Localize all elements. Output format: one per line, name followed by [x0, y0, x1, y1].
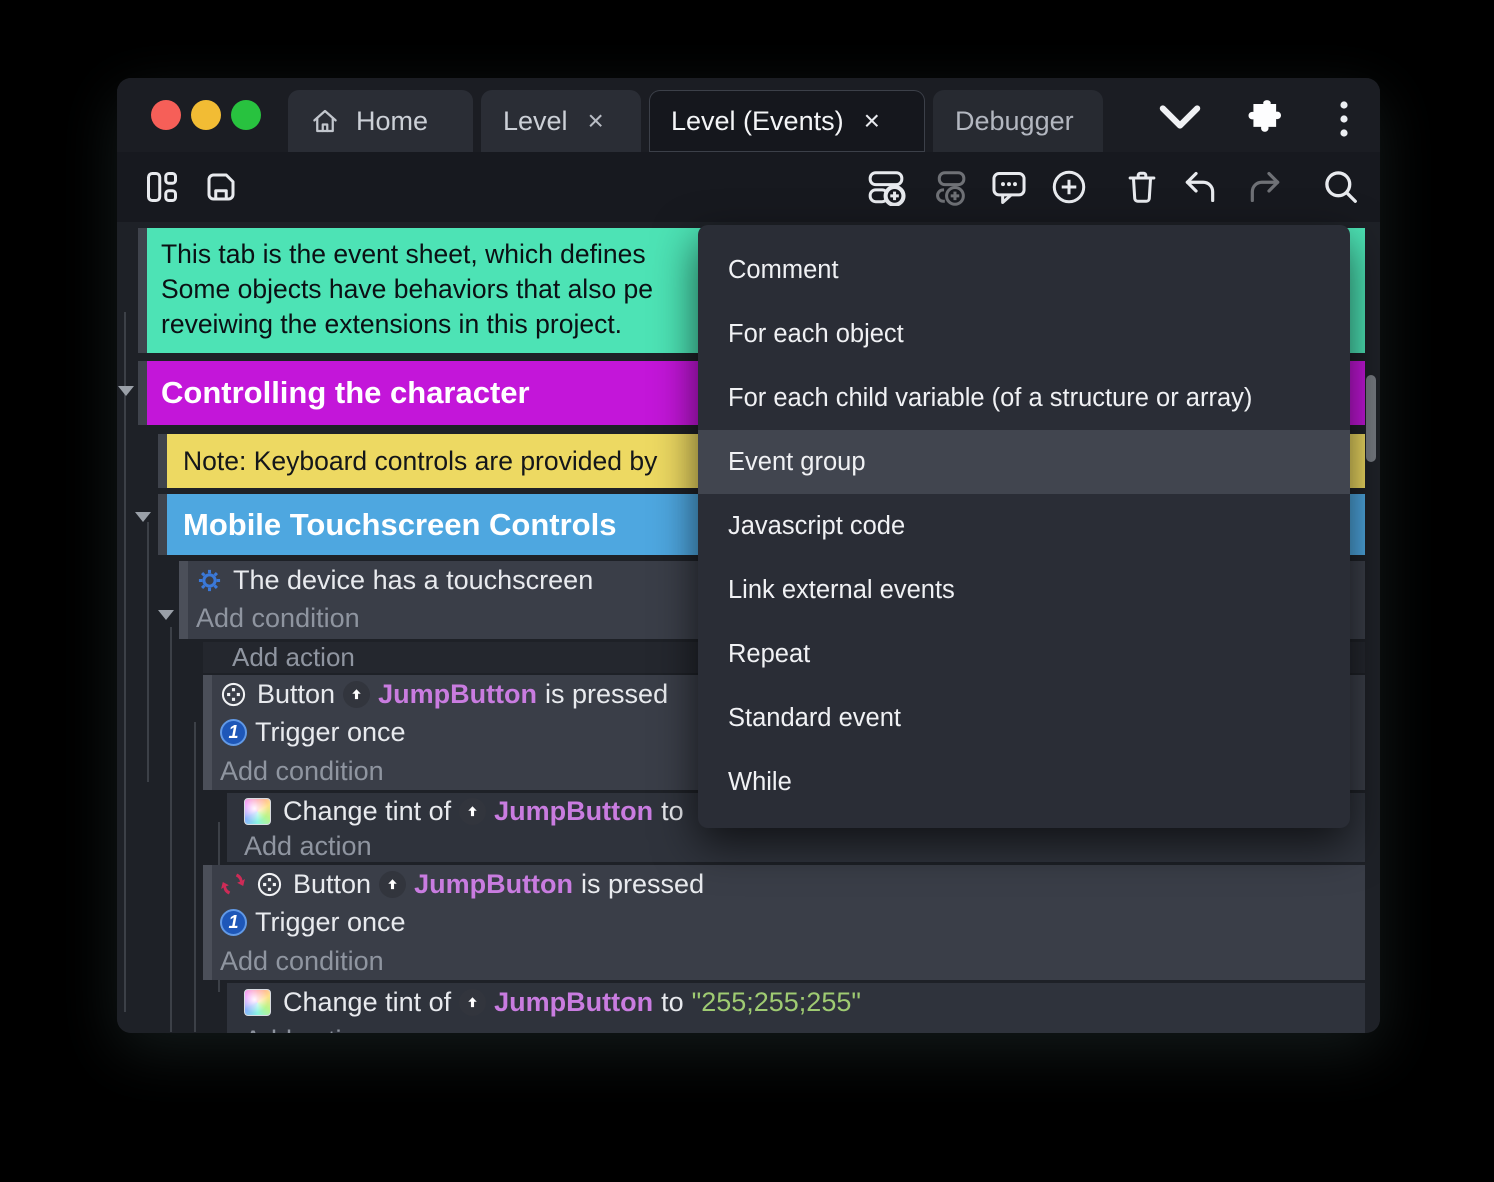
maximize-window-button[interactable] [231, 100, 261, 130]
action-row[interactable]: Change tint of JumpButton to "255;255;25… [244, 983, 1365, 1021]
block-margin-handle[interactable] [179, 561, 188, 639]
gamepad-button-icon [220, 681, 247, 708]
tab-level-events-label: Level (Events) [671, 105, 844, 136]
chevron-down-icon[interactable] [1159, 104, 1201, 130]
collapse-arrow-icon[interactable] [158, 610, 174, 620]
action-block-tint-2[interactable]: Change tint of JumpButton to "255;255;25… [227, 983, 1365, 1033]
instance-name: JumpButton [494, 986, 654, 1017]
tab-home-label: Home [356, 105, 429, 136]
block-margin-handle[interactable] [138, 228, 147, 353]
tab-home[interactable]: Home [288, 90, 473, 152]
tab-level-label: Level [503, 105, 568, 136]
add-action-link[interactable]: Add action [244, 1021, 1365, 1034]
tab-level-events[interactable]: Level (Events) × [649, 90, 925, 152]
menu-item-for-each-child-variable[interactable]: For each child variable (of a structure … [698, 366, 1350, 430]
menu-item-link-external-events[interactable]: Link external events [698, 558, 1350, 622]
add-action-link[interactable]: Add action [244, 830, 1365, 862]
block-margin-handle[interactable] [158, 434, 167, 488]
block-margin-handle [227, 983, 236, 1033]
menu-item-comment[interactable]: Comment [698, 238, 1350, 302]
action-text: Change tint of [283, 796, 452, 826]
tab-level-events-close-icon[interactable]: × [864, 107, 880, 135]
add-new-icon[interactable] [1050, 168, 1088, 206]
add-subevent-icon[interactable] [928, 168, 968, 206]
add-event-context-menu: Comment For each object For each child v… [698, 225, 1350, 828]
condition-row[interactable]: Button JumpButton is pressed [220, 865, 1365, 904]
block-margin-handle[interactable] [203, 865, 212, 980]
block-margin-handle [227, 793, 236, 862]
undo-icon[interactable] [1180, 168, 1220, 206]
home-icon [310, 106, 340, 136]
object-name: Button [257, 678, 336, 709]
menu-item-repeat[interactable]: Repeat [698, 622, 1350, 686]
condition-text: is pressed [581, 868, 705, 899]
toolbar [117, 152, 1380, 291]
minimize-window-button[interactable] [191, 100, 221, 130]
tree-guide-line [194, 722, 196, 1032]
delete-trash-icon[interactable] [1123, 168, 1161, 206]
save-icon[interactable] [203, 168, 239, 206]
condition-text: Trigger once [255, 907, 406, 938]
condition-text: Trigger once [255, 717, 406, 748]
object-name: Button [293, 868, 372, 899]
action-value: "255;255;255" [691, 986, 861, 1017]
redo-icon[interactable] [1245, 168, 1285, 206]
vertical-scrollbar-thumb[interactable] [1366, 375, 1376, 462]
kebab-menu-icon[interactable] [1339, 100, 1349, 138]
action-text: to [661, 986, 684, 1017]
tree-guide-line [147, 522, 149, 782]
menu-item-javascript-code[interactable]: Javascript code [698, 494, 1350, 558]
collapse-arrow-icon[interactable] [118, 386, 134, 396]
tint-color-icon [244, 798, 271, 825]
close-window-button[interactable] [151, 100, 181, 130]
titlebar: Home Level × Level (Events) × Debugger [117, 78, 1380, 152]
condition-text: The device has a touchscreen [233, 564, 594, 595]
menu-item-for-each-object[interactable]: For each object [698, 302, 1350, 366]
split-view-icon[interactable] [144, 168, 180, 206]
block-margin-handle[interactable] [203, 675, 212, 790]
trigger-once-icon: 1 [220, 719, 247, 747]
add-event-icon[interactable] [866, 168, 906, 206]
touch-gear-icon [196, 567, 223, 594]
instance-up-arrow-icon [379, 870, 407, 898]
app-window: Home Level × Level (Events) × Debugger T… [117, 78, 1380, 1033]
inverted-condition-icon [220, 871, 246, 897]
tint-color-icon [244, 988, 271, 1016]
block-margin-handle[interactable] [138, 361, 147, 425]
condition-row[interactable]: 1 Trigger once [220, 904, 1365, 943]
search-icon[interactable] [1322, 168, 1360, 206]
block-margin-handle[interactable] [158, 494, 167, 555]
condition-text: is pressed [545, 678, 669, 709]
trigger-once-icon: 1 [220, 909, 247, 937]
instance-name: JumpButton [378, 678, 538, 709]
addons-puzzle-icon[interactable] [1239, 96, 1283, 140]
tree-guide-line [124, 312, 126, 1012]
gamepad-button-icon [256, 871, 283, 898]
instance-up-arrow-icon [459, 988, 487, 1016]
instance-name: JumpButton [494, 796, 654, 826]
action-text: to [661, 796, 684, 826]
menu-item-standard-event[interactable]: Standard event [698, 686, 1350, 750]
add-condition-link[interactable]: Add condition [220, 942, 1365, 980]
tab-level-close-icon[interactable]: × [588, 107, 604, 135]
action-text: Change tint of [283, 986, 452, 1017]
event-block-jumpbutton-2[interactable]: Button JumpButton is pressed 1 Trigger o… [203, 865, 1365, 980]
tab-debugger[interactable]: Debugger [933, 90, 1103, 152]
collapse-arrow-icon[interactable] [135, 512, 151, 522]
instance-name: JumpButton [414, 868, 574, 899]
add-comment-icon[interactable] [990, 168, 1028, 206]
tab-level[interactable]: Level × [481, 90, 641, 152]
instance-up-arrow-icon [459, 798, 487, 825]
menu-item-event-group[interactable]: Event group [698, 430, 1350, 494]
menu-item-while[interactable]: While [698, 750, 1350, 814]
tab-debugger-label: Debugger [955, 105, 1074, 136]
tree-guide-line [170, 627, 172, 1032]
desktop-background: { "titlebar": { "tabs": { "home": "Home"… [0, 0, 1494, 1182]
instance-up-arrow-icon [343, 680, 371, 708]
